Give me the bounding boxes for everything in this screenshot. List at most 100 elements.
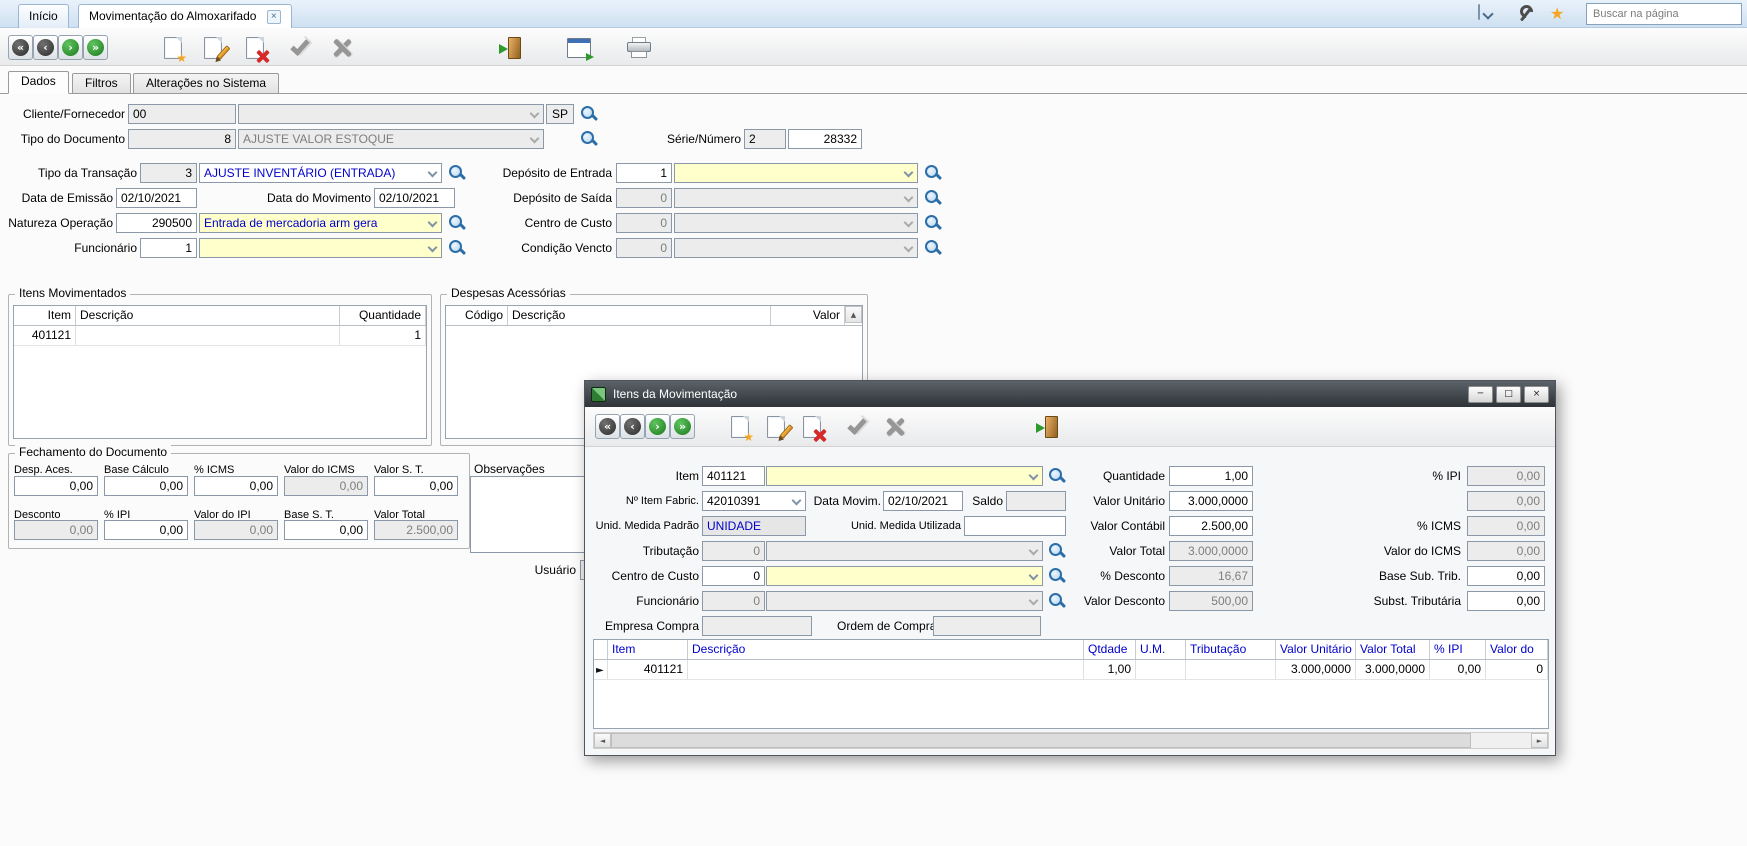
data-movimento-field[interactable]: 02/10/2021	[374, 188, 455, 208]
base-calculo-field[interactable]: 0,00	[104, 476, 188, 496]
item-code-field[interactable]: 401121	[702, 466, 765, 486]
condicao-vencto-lookup-magnifier-icon[interactable]	[924, 239, 942, 257]
data-movim-field[interactable]: 02/10/2021	[883, 491, 963, 511]
dropdown-panel-icon[interactable]	[1478, 5, 1480, 19]
tab-filtros[interactable]: Filtros	[72, 73, 131, 93]
nav-first-button[interactable]: «	[8, 35, 33, 60]
cliente-lookup-magnifier-icon[interactable]	[580, 105, 598, 123]
item-combo[interactable]	[766, 466, 1043, 486]
tipo-documento-combo[interactable]: AJUSTE VALOR ESTOQUE	[238, 129, 544, 149]
dlg-confirm-button[interactable]	[839, 412, 875, 442]
edit-record-button[interactable]	[196, 33, 230, 63]
table-row[interactable]: 401121 1	[14, 326, 426, 346]
minimize-button[interactable]: ─	[1468, 386, 1493, 403]
dlg-centro-custo-lookup-magnifier-icon[interactable]	[1048, 567, 1066, 585]
nav-last-button[interactable]: »	[83, 35, 108, 60]
tipo-transacao-combo[interactable]: AJUSTE INVENTÁRIO (ENTRADA)	[199, 163, 442, 183]
dlg-nav-first-button[interactable]: «	[595, 414, 620, 439]
current-row-marker-icon: ►	[596, 665, 604, 676]
funcionario-code-field[interactable]: 1	[140, 238, 197, 258]
tab-close-icon[interactable]: ×	[267, 10, 281, 24]
grid-horizontal-scrollbar[interactable]: ◄ ►	[593, 732, 1549, 749]
unid-padrao-field: UNIDADE	[702, 516, 806, 536]
dlg-edit-button[interactable]	[759, 412, 793, 442]
valor-contabil-field[interactable]: 2.500,00	[1169, 516, 1253, 536]
cliente-fornecedor-combo[interactable]	[238, 104, 544, 124]
grid-row[interactable]: ► 401121 1,00 3.000,0000 3.000,0000 0,00…	[594, 660, 1548, 680]
empresa-compra-field[interactable]	[702, 616, 812, 636]
tab-inicio[interactable]: Início	[18, 4, 69, 28]
col-codigo: Código	[446, 306, 508, 325]
nav-next-button[interactable]: ›	[58, 35, 83, 60]
new-record-button[interactable]: ★	[156, 33, 190, 63]
base-st-field[interactable]: 0,00	[284, 520, 368, 540]
dlg-nav-last-button[interactable]: »	[670, 414, 695, 439]
tipo-documento-code-field[interactable]: 8	[128, 129, 236, 149]
tipo-transacao-code-field[interactable]: 3	[140, 163, 197, 183]
maximize-button[interactable]: □	[1496, 386, 1521, 403]
deposito-entrada-label: Depósito de Entrada	[470, 163, 612, 183]
unid-padrao-label: Unid. Medida Padrão	[585, 516, 699, 536]
natureza-operacao-combo[interactable]: Entrada de mercadoria arm gera	[199, 213, 442, 233]
funcionario-combo[interactable]	[199, 238, 442, 258]
natureza-operacao-code-field[interactable]: 290500	[116, 213, 197, 233]
tab-alteracoes[interactable]: Alterações no Sistema	[133, 73, 279, 93]
quantidade-field[interactable]: 1,00	[1169, 466, 1253, 486]
item-fabric-combo[interactable]: 42010391	[702, 491, 806, 511]
data-emissao-field[interactable]: 02/10/2021	[116, 188, 197, 208]
scroll-right-icon[interactable]: ►	[1531, 733, 1548, 748]
numero-field[interactable]: 28332	[788, 129, 862, 149]
window-export-button[interactable]	[562, 34, 596, 62]
nav-prior-button[interactable]: ‹	[33, 35, 58, 60]
dlg-nav-prior-button[interactable]: ‹	[620, 414, 645, 439]
dlg-delete-button[interactable]	[795, 412, 829, 442]
serie-field[interactable]: 2	[744, 129, 786, 149]
search-input[interactable]	[1586, 3, 1742, 25]
cliente-fornecedor-code-field[interactable]: 00	[128, 104, 236, 124]
dlg-exit-button[interactable]	[1031, 412, 1065, 442]
valor-st-field[interactable]: 0,00	[374, 476, 458, 496]
tipo-documento-lookup-magnifier-icon[interactable]	[580, 130, 598, 148]
favorites-star-icon[interactable]: ★	[1550, 5, 1564, 23]
delete-record-button[interactable]	[238, 33, 272, 63]
natureza-operacao-lookup-magnifier-icon[interactable]	[448, 214, 466, 232]
desp-aces-field[interactable]: 0,00	[14, 476, 98, 496]
dlg-centro-custo-code-field[interactable]: 0	[702, 566, 765, 586]
deposito-entrada-lookup-magnifier-icon[interactable]	[924, 164, 942, 182]
close-button[interactable]: ×	[1524, 386, 1549, 403]
ordem-compra-field[interactable]	[933, 616, 1041, 636]
scroll-left-icon[interactable]: ◄	[594, 733, 611, 748]
valor-unitario-field[interactable]: 3.000,0000	[1169, 491, 1253, 511]
item-lookup-magnifier-icon[interactable]	[1048, 467, 1066, 485]
confirm-button[interactable]	[282, 33, 318, 63]
deposito-saida-lookup-magnifier-icon[interactable]	[924, 189, 942, 207]
centro-custo-lookup-magnifier-icon[interactable]	[924, 214, 942, 232]
funcionario-lookup-magnifier-icon[interactable]	[448, 239, 466, 257]
deposito-entrada-code-field[interactable]: 1	[616, 163, 672, 183]
ipi-pct-field[interactable]: 0,00	[104, 520, 188, 540]
exit-button[interactable]	[494, 33, 528, 63]
tributacao-lookup-magnifier-icon[interactable]	[1048, 542, 1066, 560]
dialog-titlebar[interactable]: Itens da Movimentação ─ □ ×	[585, 381, 1555, 407]
chevron-down-icon	[1029, 596, 1039, 606]
scrollbar-thumb[interactable]	[611, 733, 1471, 748]
data-emissao-label: Data de Emissão	[8, 188, 113, 208]
dlg-cancel-button[interactable]	[877, 412, 913, 442]
subst-tributaria-field[interactable]: 0,00	[1467, 591, 1545, 611]
print-button[interactable]	[622, 34, 656, 62]
dlg-new-button[interactable]: ★	[723, 412, 757, 442]
dlg-funcionario-lookup-magnifier-icon[interactable]	[1048, 592, 1066, 610]
grid-header: Item Descrição Qtdade U.M. Tributação Va…	[594, 640, 1548, 660]
dlg-centro-custo-combo[interactable]	[766, 566, 1043, 586]
dlg-nav-next-button[interactable]: ›	[645, 414, 670, 439]
icms-pct-field[interactable]: 0,00	[194, 476, 278, 496]
tab-movimentacao-almoxarifado[interactable]: Movimentação do Almoxarifado ×	[78, 4, 292, 28]
tab-dados[interactable]: Dados	[8, 71, 69, 94]
unid-utilizada-field[interactable]	[964, 516, 1066, 536]
tipo-transacao-lookup-magnifier-icon[interactable]	[448, 164, 466, 182]
scroll-up-icon[interactable]: ▲	[845, 306, 862, 323]
cancel-button[interactable]	[324, 33, 360, 63]
base-sub-trib-field[interactable]: 0,00	[1467, 566, 1545, 586]
deposito-entrada-combo[interactable]	[674, 163, 918, 183]
dlg-funcionario-label: Funcionário	[585, 591, 699, 611]
